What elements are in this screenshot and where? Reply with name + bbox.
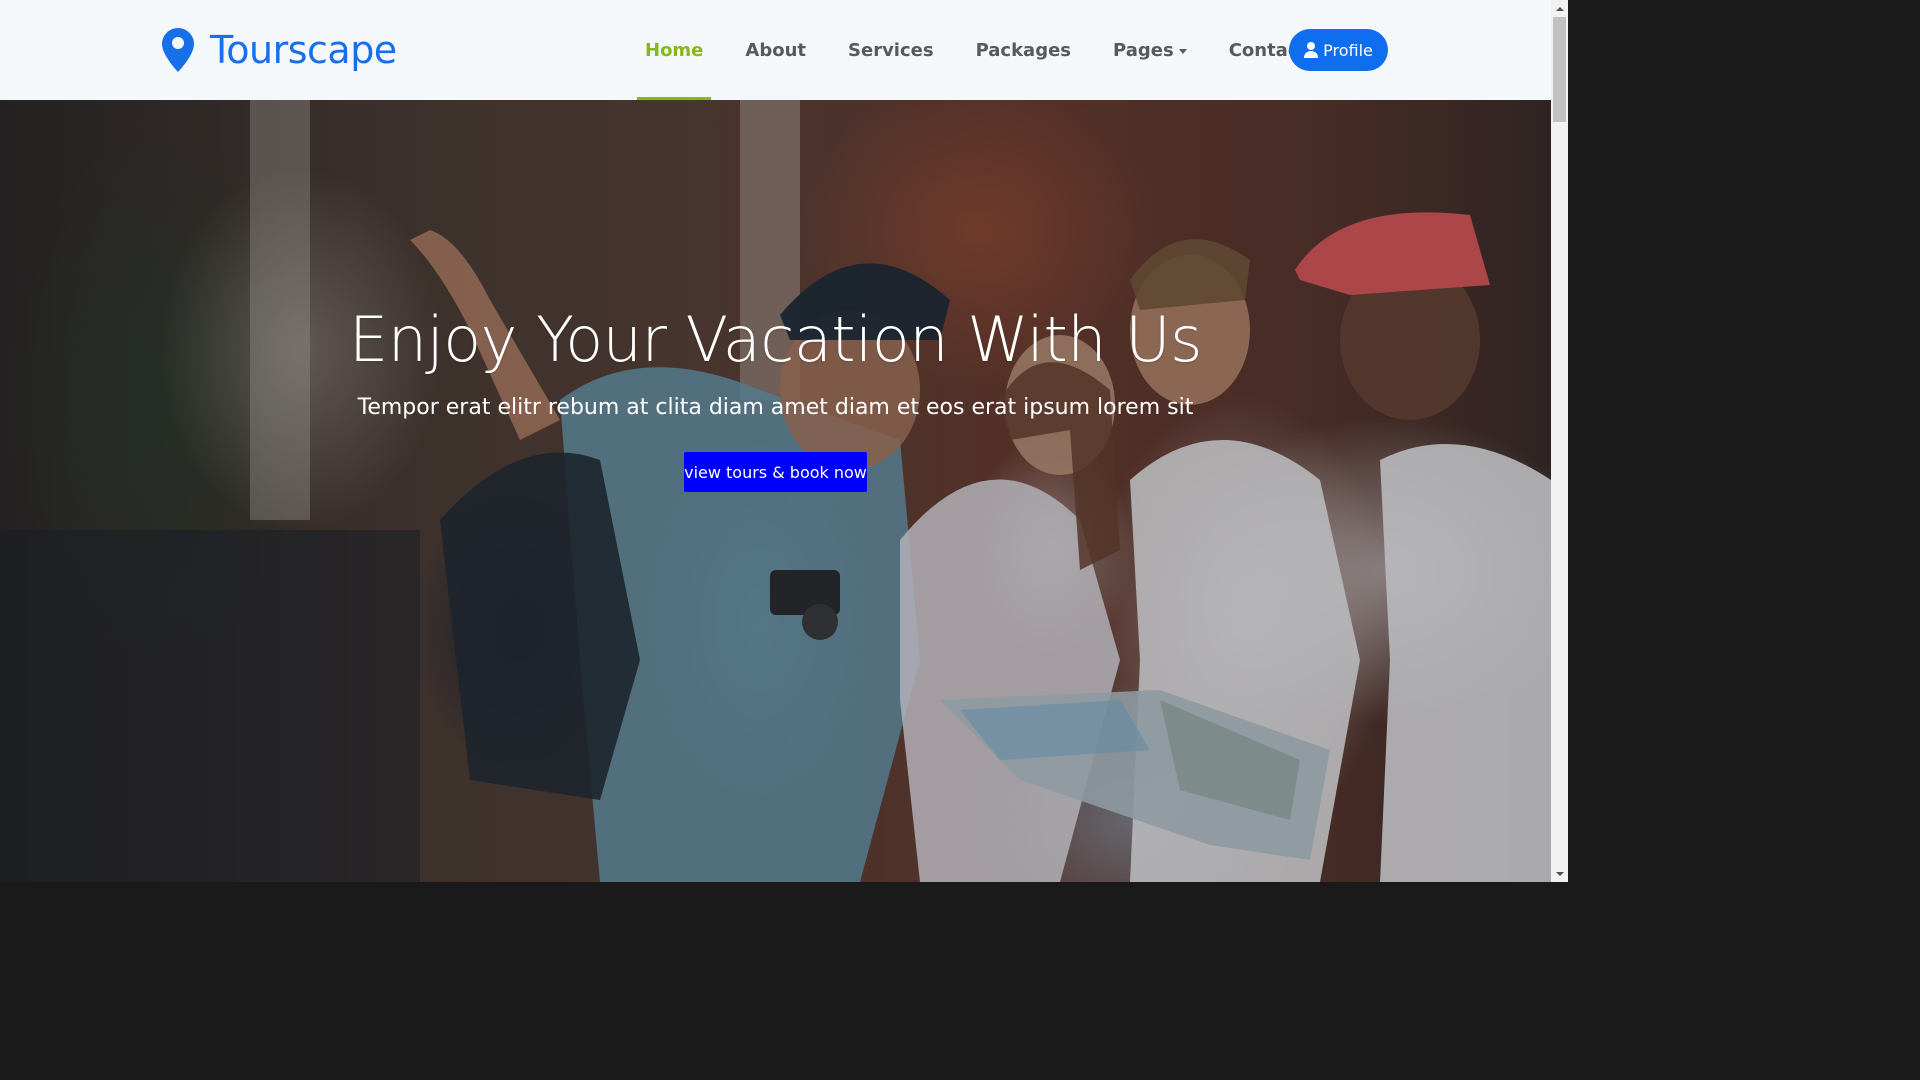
brand-name: Tourscape (210, 28, 397, 72)
nav-menu: Home About Services Packages Pages Conta… (624, 0, 1328, 100)
nav-item-pages-label: Pages (1113, 39, 1174, 61)
nav-item-packages[interactable]: Packages (955, 0, 1092, 100)
hero-title: Enjoy Your Vacation With Us (349, 303, 1202, 376)
view-tours-book-now-button[interactable]: view tours & book now (684, 452, 867, 492)
navbar: Tourscape Home About Services Packages P… (0, 0, 1551, 100)
arrow-up-icon (1555, 6, 1564, 11)
page-scrollbar[interactable] (1551, 0, 1568, 882)
hero-section: Enjoy Your Vacation With Us Tempor erat … (0, 100, 1551, 882)
scroll-down-button[interactable] (1551, 865, 1568, 882)
arrow-down-icon (1555, 871, 1564, 876)
scrollbar-thumb[interactable] (1553, 17, 1566, 122)
nav-item-services[interactable]: Services (827, 0, 955, 100)
chevron-down-icon (1178, 48, 1187, 54)
nav-item-about[interactable]: About (724, 0, 827, 100)
hero-subtitle: Tempor erat elitr rebum at clita diam am… (357, 395, 1194, 420)
profile-button[interactable]: Profile (1289, 29, 1388, 71)
nav-item-home[interactable]: Home (624, 0, 724, 100)
nav-item-pages-dropdown[interactable]: Pages (1092, 0, 1208, 100)
scroll-up-button[interactable] (1551, 0, 1568, 17)
user-icon (1304, 42, 1319, 58)
map-marker-icon (162, 28, 194, 72)
profile-button-label: Profile (1323, 40, 1373, 60)
brand-logo[interactable]: Tourscape (162, 28, 397, 72)
